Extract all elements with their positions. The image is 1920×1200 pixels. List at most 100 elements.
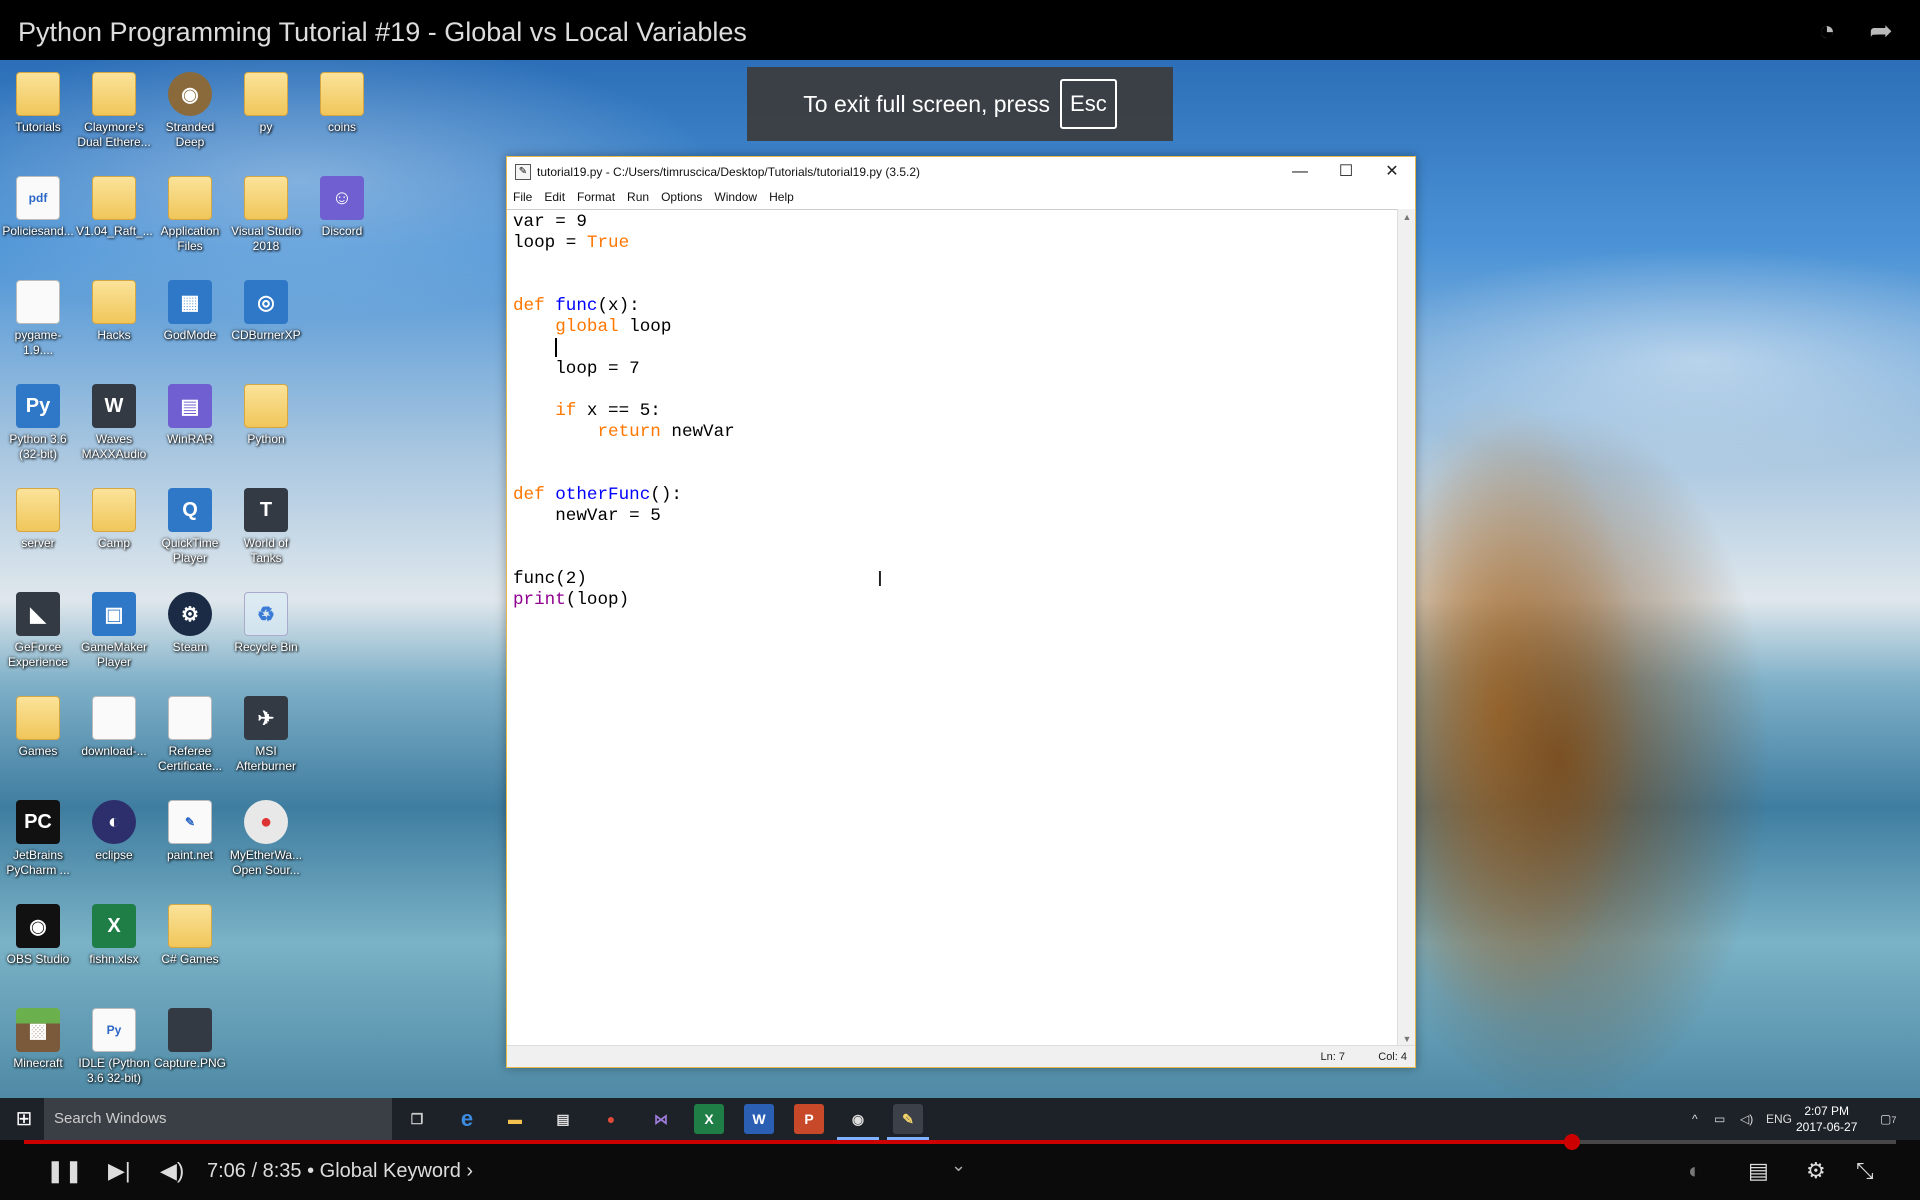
desktop-icon[interactable]: Py Python 3.6 (32-bit) [0,376,76,462]
desktop-icon[interactable]: ◐ eclipse [76,792,152,863]
code-line[interactable] [513,443,1397,464]
next-icon[interactable]: ▶| [108,1158,131,1184]
desktop-icon[interactable]: Tutorials [0,64,76,135]
excel-icon[interactable]: X [694,1104,724,1134]
desktop-icon[interactable]: pygame-1.9.... [0,272,76,358]
video-time[interactable]: 7:06 / 8:35 • Global Keyword › [207,1160,473,1183]
desktop-icon[interactable]: Python [228,376,304,447]
subtitles-icon[interactable]: ▤ [1748,1158,1769,1184]
edge-icon[interactable]: e [452,1104,482,1134]
maximize-button[interactable]: ☐ [1323,157,1369,187]
desktop-icon[interactable]: coins [304,64,380,135]
code-line[interactable]: loop = True [513,233,1397,254]
desktop-icon[interactable]: W Waves MAXXAudio [76,376,152,462]
code-line[interactable]: def otherFunc(): [513,485,1397,506]
code-line[interactable] [513,548,1397,569]
minimize-button[interactable]: — [1277,157,1323,187]
volume-icon[interactable]: ◀) [160,1158,184,1184]
desktop-icon[interactable]: ☺ Discord [304,168,380,239]
taskbar-search[interactable]: Search Windows [44,1098,392,1140]
desktop-icon[interactable]: T World of Tanks [228,480,304,566]
code-line[interactable]: global loop [513,317,1397,338]
chrome-icon[interactable]: ● [596,1104,626,1134]
powerpoint-icon[interactable]: P [794,1104,824,1134]
task-view-icon[interactable]: ❐ [402,1104,432,1134]
file-explorer-icon[interactable]: ▬ [500,1104,530,1134]
desktop-icon[interactable]: ◉ OBS Studio [0,896,76,967]
code-line[interactable] [513,275,1397,296]
exit-fullscreen-icon[interactable]: ⤡ [1856,1158,1874,1184]
code-line[interactable] [513,380,1397,401]
desktop-icon[interactable]: Application Files [152,168,228,254]
desktop-icon[interactable]: C# Games [152,896,228,967]
share-icon[interactable]: ➦ [1866,16,1896,46]
code-line[interactable] [513,254,1397,275]
desktop-icon[interactable]: py [228,64,304,135]
scroll-up-icon[interactable]: ▲ [1398,209,1416,225]
volume-icon[interactable]: ◁) [1740,1098,1753,1140]
menu-edit[interactable]: Edit [544,190,565,204]
word-icon[interactable]: W [744,1104,774,1134]
code-line[interactable]: def func(x): [513,296,1397,317]
window-titlebar[interactable]: ✎ tutorial19.py - C:/Users/timruscica/De… [507,157,1415,187]
desktop-icon[interactable]: ♻ Recycle Bin [228,584,304,655]
desktop-icon[interactable]: Camp [76,480,152,551]
watch-later-icon[interactable]: ◔ [1812,16,1842,46]
progress-bar[interactable] [24,1134,1896,1150]
desktop-icon[interactable]: Py IDLE (Python 3.6 32-bit) [76,1000,152,1086]
code-line[interactable]: var = 9 [513,212,1397,233]
desktop-icon[interactable]: download-... [76,688,152,759]
desktop-icon[interactable]: Capture.PNG [152,1000,228,1071]
desktop-icon[interactable]: ⚙ Steam [152,584,228,655]
menu-file[interactable]: File [513,190,532,204]
code-line[interactable]: loop = 7 [513,359,1397,380]
menu-options[interactable]: Options [661,190,702,204]
desktop-icon[interactable]: Claymore's Dual Ethere... [76,64,152,150]
desktop-icon[interactable]: ◎ CDBurnerXP [228,272,304,343]
desktop-icon[interactable]: Games [0,688,76,759]
store-icon[interactable]: ▤ [548,1104,578,1134]
network-icon[interactable]: ▭ [1714,1098,1725,1140]
desktop-icon[interactable]: ✈ MSI Afterburner [228,688,304,774]
desktop-icon[interactable]: Q QuickTime Player [152,480,228,566]
code-editor[interactable]: var = 9 loop = True def func(x): global lo… [507,209,1397,1047]
code-line[interactable]: if x == 5: [513,401,1397,422]
start-button[interactable]: ⊞ [0,1098,48,1140]
tray-chevron-icon[interactable]: ^ [1692,1098,1698,1140]
code-line[interactable] [513,338,1397,359]
desktop-icon[interactable]: ◉ Stranded Deep [152,64,228,150]
code-line[interactable]: return newVar [513,422,1397,443]
code-line[interactable] [513,464,1397,485]
desktop-icon[interactable]: ● MyEtherWa... Open Sour... [228,792,304,878]
code-line[interactable]: func(2) [513,569,1397,590]
chevron-down-icon[interactable]: ⌄ [951,1155,966,1176]
idle-taskbar-icon[interactable]: ✎ [887,1104,929,1140]
visual-studio-icon[interactable]: ⋈ [646,1104,676,1134]
close-button[interactable]: ✕ [1369,157,1415,187]
menu-format[interactable]: Format [577,190,615,204]
desktop-icon[interactable]: server [0,480,76,551]
desktop-icon[interactable]: Xfishn.xlsx [76,896,152,967]
settings-icon[interactable]: ⚙ [1806,1158,1826,1184]
menu-run[interactable]: Run [627,190,649,204]
progress-scrubber[interactable] [1564,1134,1581,1150]
code-line[interactable]: print(loop) [513,590,1397,611]
desktop-icon[interactable]: Visual Studio 2018 [228,168,304,254]
action-center-icon[interactable]: ▢7 [1880,1098,1896,1140]
desktop-icon[interactable]: ▩ Minecraft [0,1000,76,1071]
desktop-icon[interactable]: ▦ GodMode [152,272,228,343]
vertical-scrollbar[interactable]: ▲ ▼ [1397,209,1415,1047]
menu-help[interactable]: Help [769,190,794,204]
pause-icon[interactable]: ❚❚ [46,1158,83,1184]
obs-taskbar-icon[interactable]: ◉ [837,1104,879,1140]
desktop-icon[interactable]: V1.04_Raft_... [76,168,153,239]
desktop-icon[interactable]: ✎ paint.net [152,792,228,863]
desktop-icon[interactable]: ▣ GameMaker Player [76,584,152,670]
desktop-icon[interactable]: ▤ WinRAR [152,376,228,447]
desktop-icon[interactable]: Hacks [76,272,152,343]
code-line[interactable]: newVar = 5 [513,506,1397,527]
menu-window[interactable]: Window [714,190,757,204]
desktop-icon[interactable]: PC JetBrains PyCharm ... [0,792,76,878]
autoplay-toggle[interactable]: ◐ [1688,1158,1701,1184]
desktop-icon[interactable]: ◣ GeForce Experience [0,584,76,670]
